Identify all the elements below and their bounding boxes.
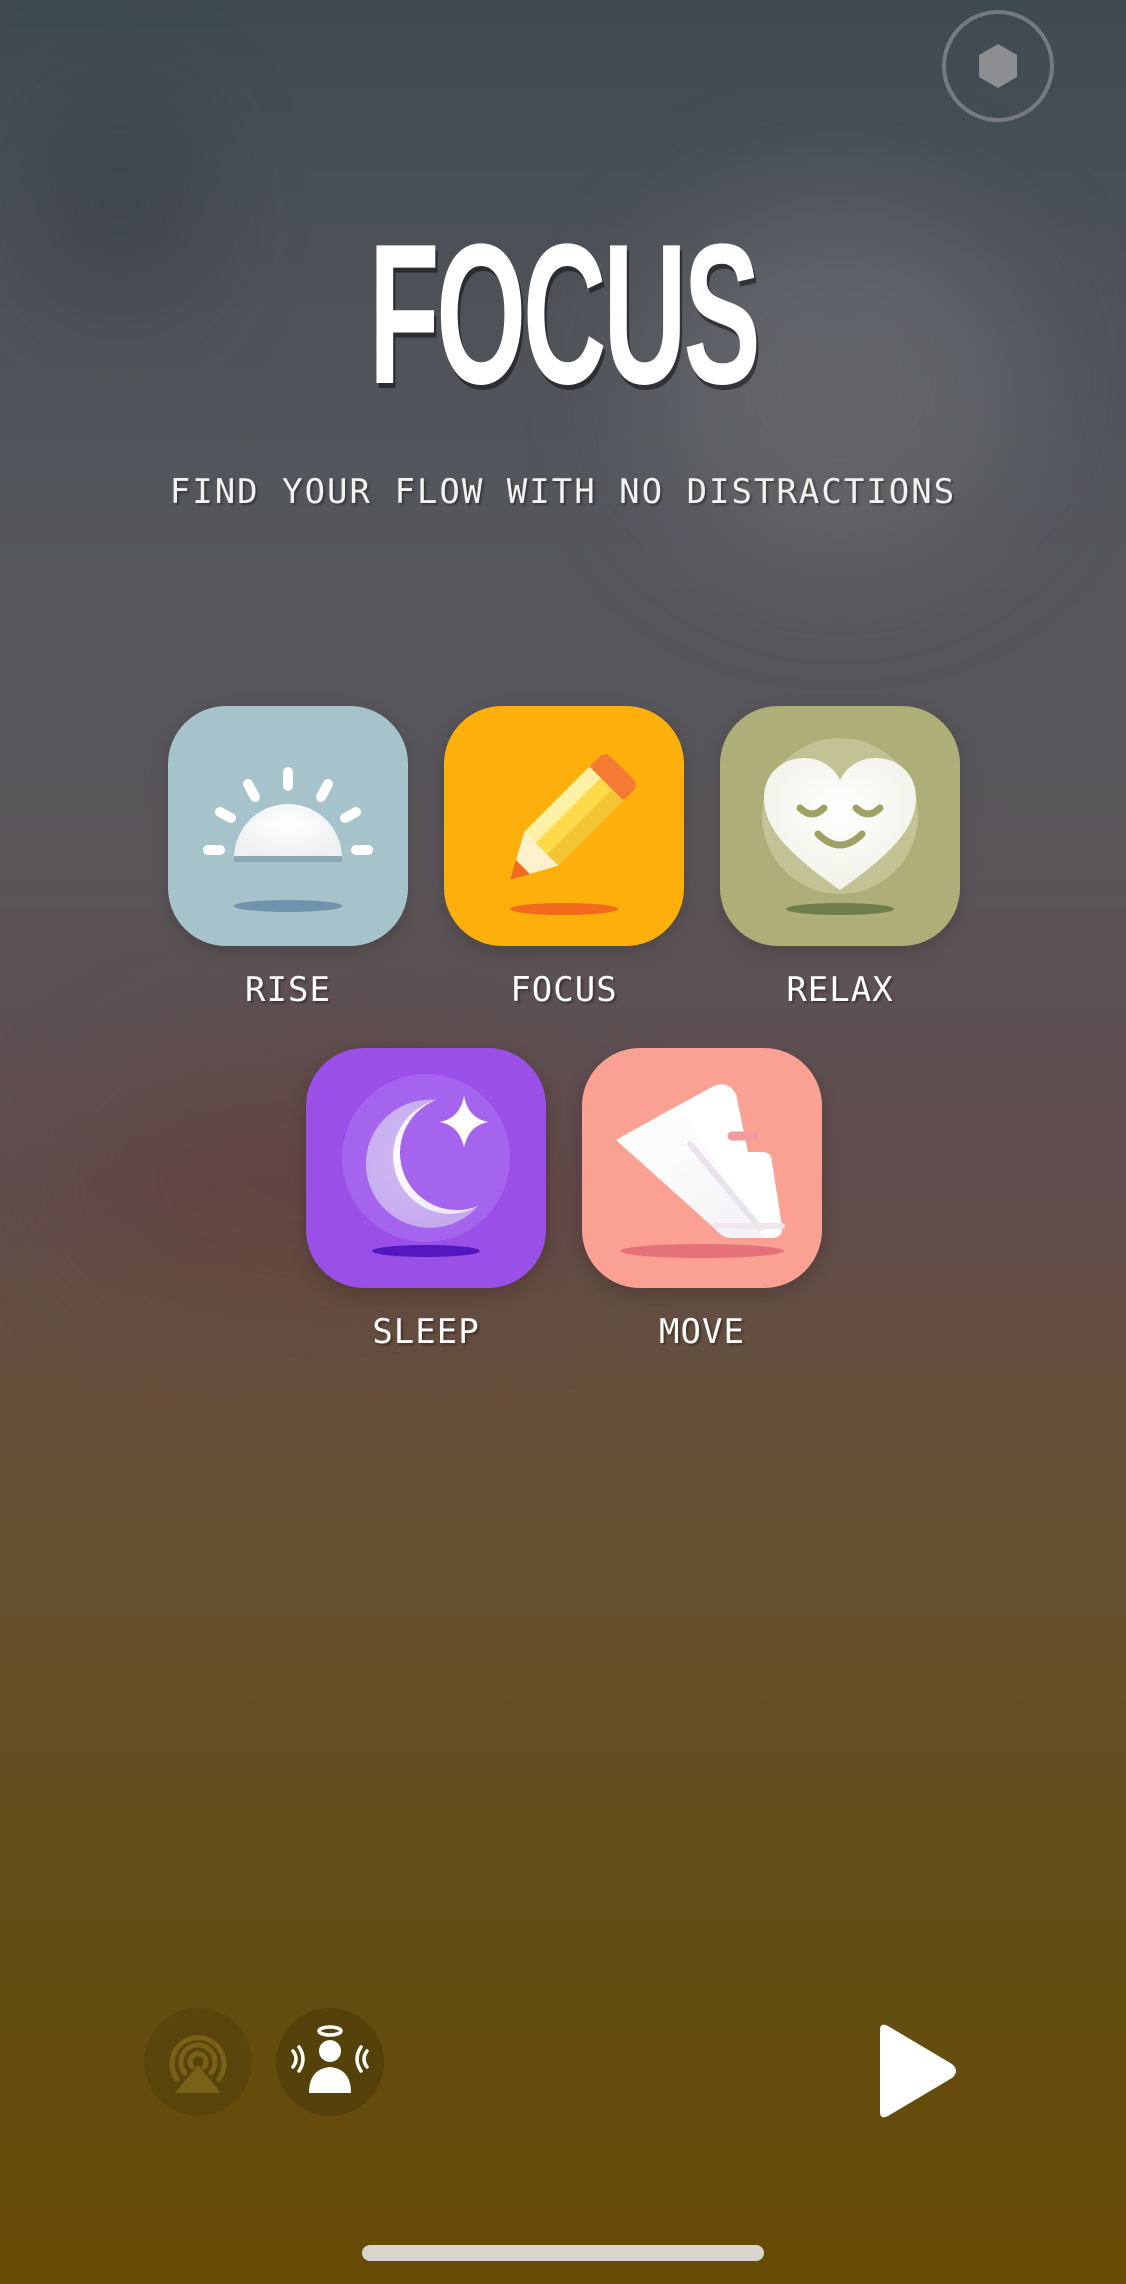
page-subtitle: FIND YOUR FLOW WITH NO DISTRACTIONS	[169, 472, 957, 512]
page-title: FOCUS	[368, 203, 761, 426]
spatial-audio-person-icon	[291, 2025, 369, 2093]
mode-move-button[interactable]: MOVE	[582, 1048, 822, 1352]
mode-tile	[168, 706, 408, 946]
mode-label: RISE	[245, 970, 331, 1010]
mode-tile	[306, 1048, 546, 1288]
mode-tile	[720, 706, 960, 946]
mode-label: SLEEP	[372, 1312, 480, 1352]
mode-relax-button[interactable]: RELAX	[720, 706, 960, 1010]
smile-heart-icon	[762, 738, 918, 915]
hexagon-icon	[979, 44, 1017, 88]
airplay-button[interactable]	[144, 2008, 252, 2116]
airplay-icon	[169, 2035, 227, 2093]
play-button[interactable]	[860, 2016, 970, 2126]
mode-focus-button[interactable]: FOCUS	[444, 706, 684, 1010]
mode-label: MOVE	[659, 1312, 745, 1352]
mode-tile	[582, 1048, 822, 1288]
pencil-icon	[510, 754, 636, 915]
app-screen: FOCUS FIND YOUR FLOW WITH NO DISTRACTION…	[0, 0, 1126, 2284]
mode-rise-button[interactable]: RISE	[168, 706, 408, 1010]
mode-label: FOCUS	[510, 970, 618, 1010]
mode-sleep-button[interactable]: SLEEP	[306, 1048, 546, 1352]
mode-label: RELAX	[786, 970, 894, 1010]
profile-button[interactable]	[942, 10, 1054, 122]
home-indicator[interactable]	[362, 2245, 764, 2261]
play-icon	[880, 2024, 956, 2118]
sneaker-icon	[616, 1084, 785, 1258]
mode-tile	[444, 706, 684, 946]
background-glow	[60, 120, 180, 300]
moon-star-icon	[342, 1074, 510, 1257]
sunrise-icon	[203, 767, 373, 912]
spatial-audio-button[interactable]	[276, 2008, 384, 2116]
